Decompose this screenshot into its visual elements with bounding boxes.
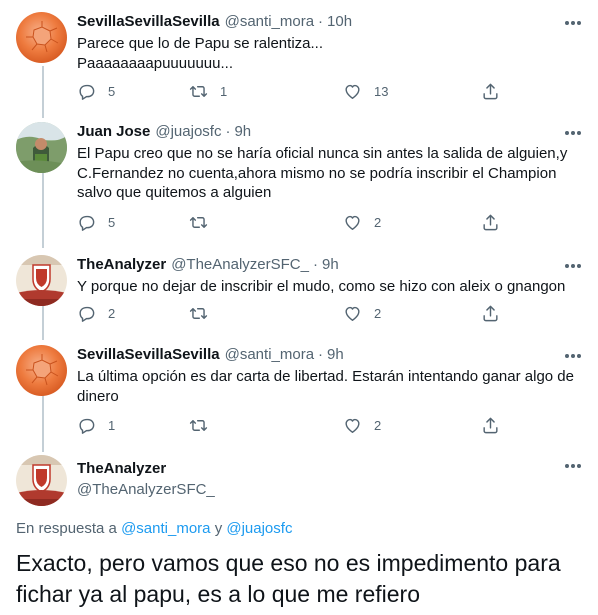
share-icon [483,214,498,230]
more-icon[interactable] [564,457,582,475]
retweet-count: 1 [220,83,228,99]
like-button[interactable]: 2 [343,303,381,323]
author-name[interactable]: SevillaSevillaSevilla [77,345,220,364]
author-name[interactable]: TheAnalyzer [77,255,166,274]
retweet-button[interactable] [189,303,220,323]
reply-count: 2 [108,305,116,321]
retweet-icon [189,216,208,228]
like-button[interactable]: 2 [343,415,381,435]
retweet-icon [189,85,208,97]
tweet-text: Parece que lo de Papu se ralentiza... Pa… [77,35,323,72]
thread-line [42,394,44,452]
thread-line [42,66,44,118]
author-handle[interactable]: @santi_mora [225,345,314,364]
thread-line [42,300,44,340]
reply-icon [79,84,95,100]
retweet-icon [189,307,208,319]
share-icon [483,305,498,321]
retweet-button[interactable] [189,212,220,232]
separator-dot: · [318,13,324,30]
share-button[interactable] [481,415,500,435]
author-handle[interactable]: @TheAnalyzerSFC_ [77,480,215,499]
avatar[interactable] [16,122,67,173]
separator-dot: · [225,123,231,140]
avatar[interactable] [16,255,67,306]
reply-button[interactable]: 5 [77,81,115,101]
tweet-text: Y porque no dejar de inscribir el mudo, … [77,278,566,295]
like-icon [345,84,360,99]
reply-icon [79,215,95,231]
author-name[interactable]: SevillaSevillaSevilla [77,12,220,31]
reply-icon [79,418,95,434]
author-handle[interactable]: @santi_mora [225,12,314,31]
like-count: 2 [374,305,382,321]
tweet-text: La última opción es dar carta de liberta… [77,368,574,405]
like-icon [345,215,360,230]
author-handle[interactable]: @juajosfc [155,122,221,141]
reply-count: 1 [108,417,116,433]
replying-and: y [214,520,223,537]
retweet-button[interactable]: 1 [189,81,227,101]
avatar[interactable] [16,455,67,506]
timestamp[interactable]: 9h [234,122,251,141]
author-name[interactable]: TheAnalyzer [77,459,166,478]
reply-button[interactable]: 1 [77,415,115,435]
share-button[interactable] [481,303,500,323]
thread-line [42,172,44,248]
avatar[interactable] [16,12,67,63]
share-icon [483,83,498,99]
more-icon[interactable] [564,124,582,142]
share-button[interactable] [481,212,500,232]
share-icon [483,417,498,433]
separator-dot: · [312,256,318,273]
more-icon[interactable] [564,14,582,32]
reply-mention-link[interactable]: @santi_mora [121,520,210,537]
like-count: 2 [374,214,382,230]
tweet-text: El Papu creo que no se haría oficial nun… [77,145,568,201]
reply-icon [79,306,95,322]
reply-mention-link[interactable]: @juajosfc [226,520,292,537]
reply-count: 5 [108,83,116,99]
main-tweet-text: Exacto, pero vamos que eso no es impedim… [16,550,561,607]
more-icon[interactable] [564,347,582,365]
avatar[interactable] [16,345,67,396]
like-icon [345,306,360,321]
reply-button[interactable]: 5 [77,212,115,232]
timestamp[interactable]: 10h [327,12,352,31]
like-button[interactable]: 13 [343,81,388,101]
reply-count: 5 [108,214,116,230]
like-count: 2 [374,417,382,433]
separator-dot: · [318,346,324,363]
reply-button[interactable]: 2 [77,303,115,323]
like-count: 13 [374,83,389,99]
like-icon [345,418,360,433]
author-name[interactable]: Juan Jose [77,122,150,141]
author-handle[interactable]: @TheAnalyzerSFC_ [171,255,309,274]
share-button[interactable] [481,81,500,101]
replying-to: En respuesta a @santi_mora y @juajosfc [16,520,292,537]
timestamp[interactable]: 9h [322,255,339,274]
like-button[interactable]: 2 [343,212,381,232]
retweet-button[interactable] [189,415,220,435]
more-icon[interactable] [564,257,582,275]
timestamp[interactable]: 9h [327,345,344,364]
retweet-icon [189,419,208,431]
replying-prefix: En respuesta a [16,520,117,537]
